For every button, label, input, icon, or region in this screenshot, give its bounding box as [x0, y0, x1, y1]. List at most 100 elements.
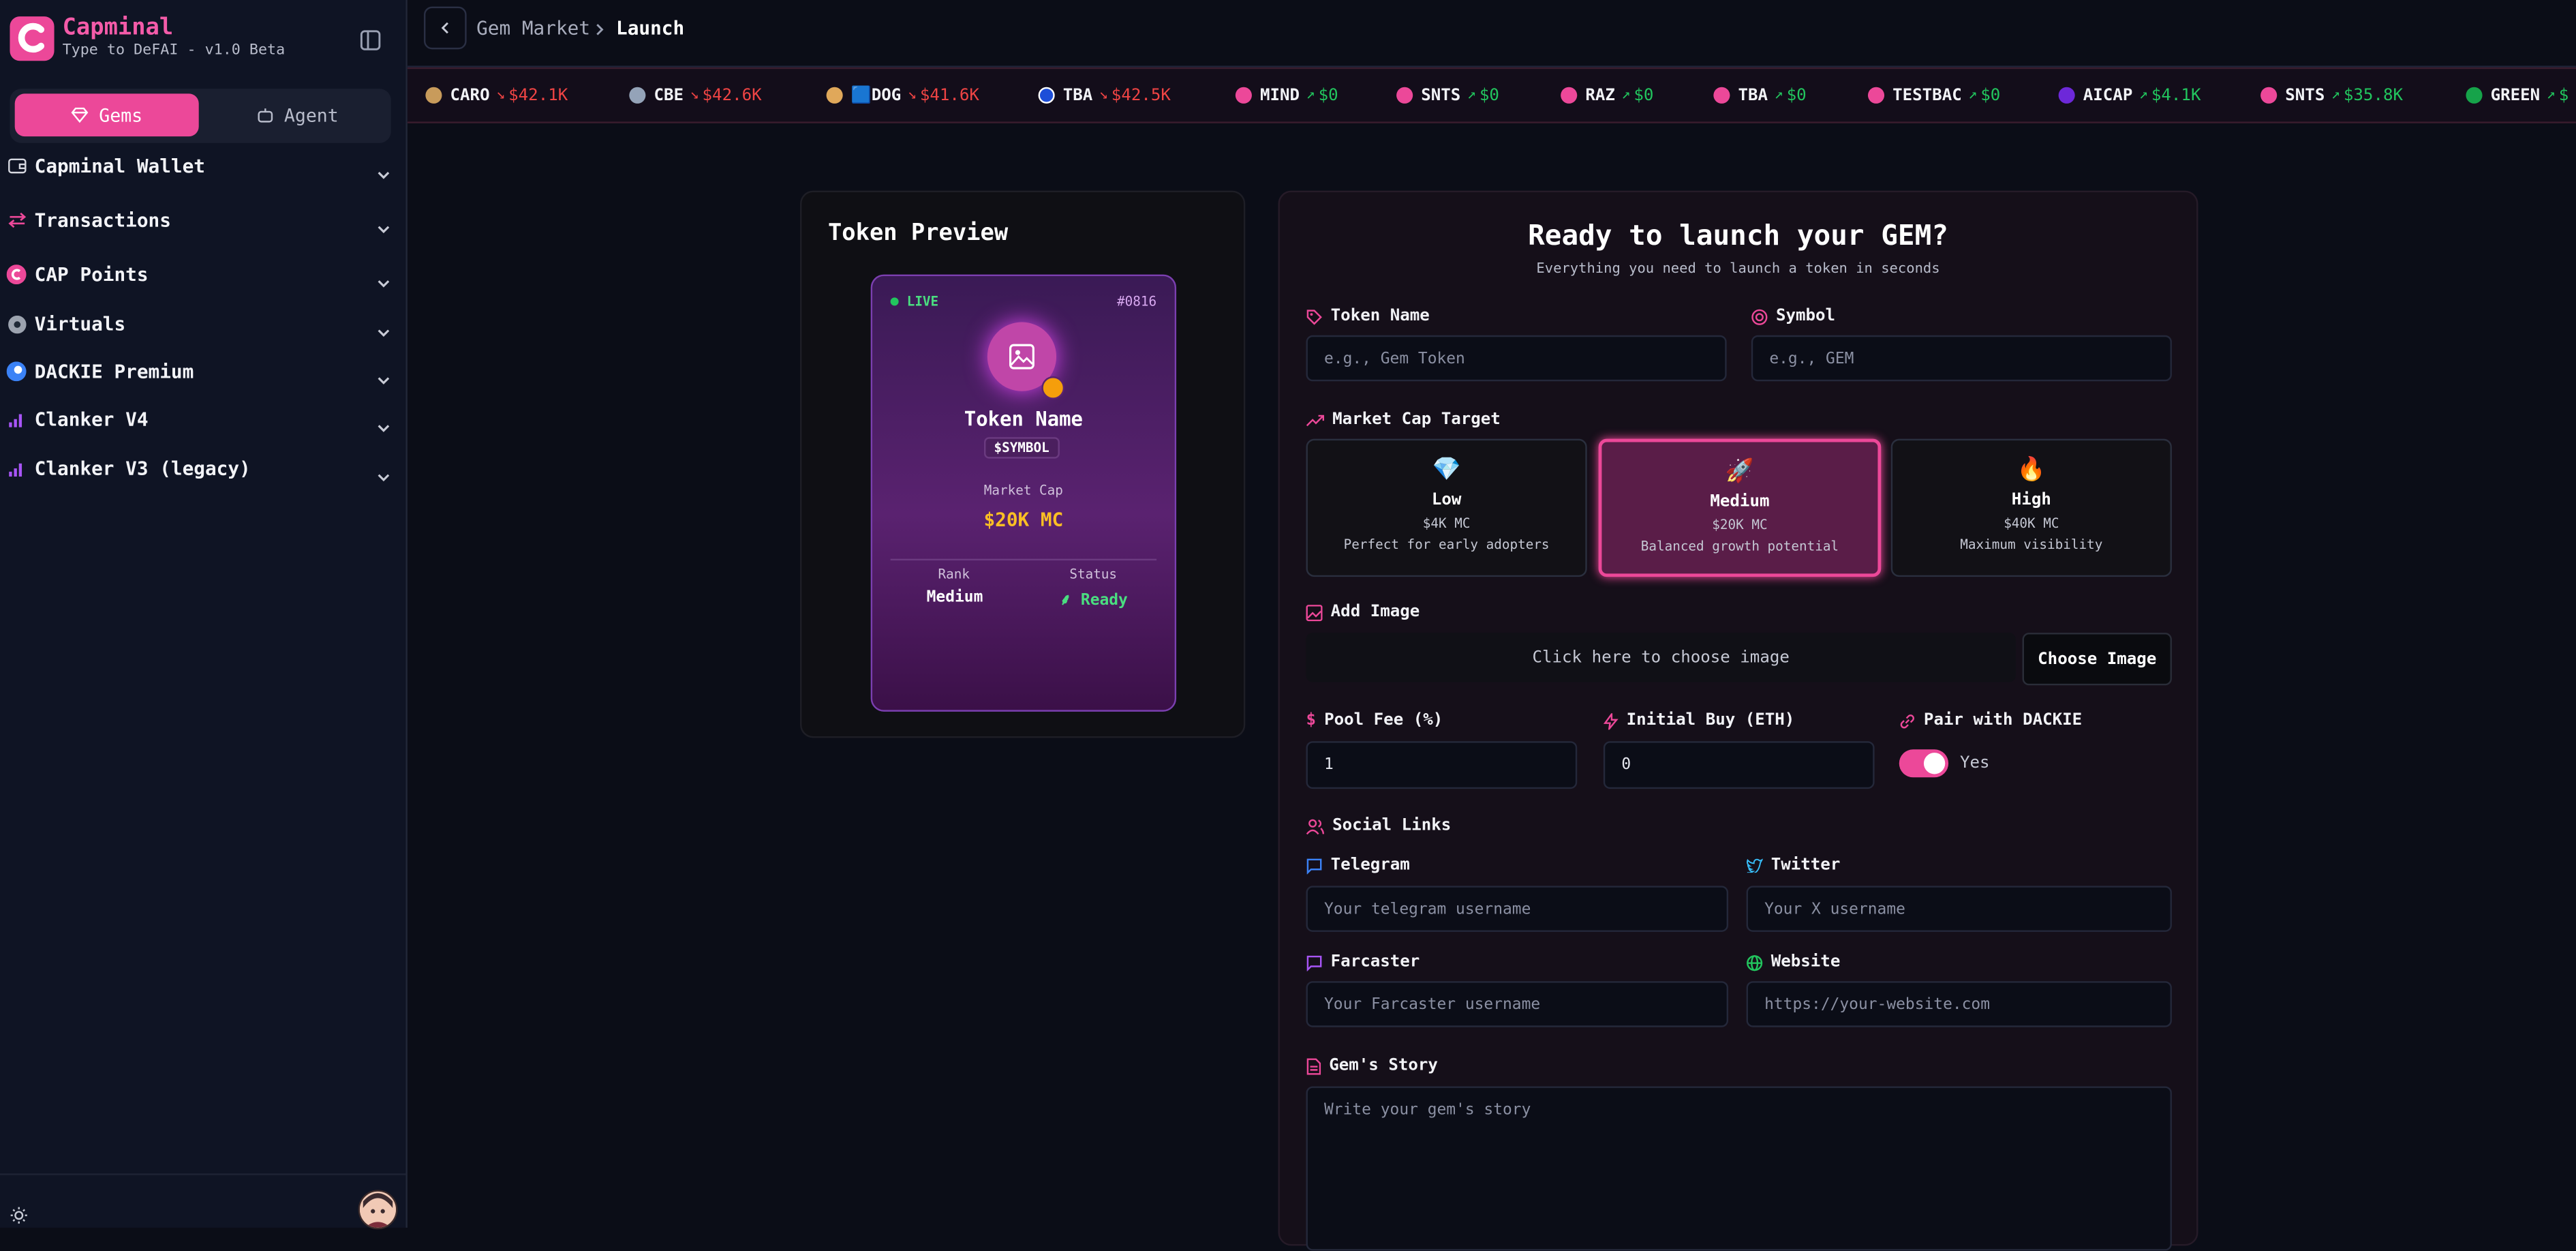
- sidebar-item-capminal-wallet[interactable]: Capminal Wallet: [0, 148, 405, 184]
- live-dot-icon: [890, 297, 899, 306]
- token-name-input[interactable]: e.g., Gem Token: [1306, 335, 1727, 382]
- ticker-symbol: GREEN: [2490, 86, 2541, 105]
- robot-icon: [258, 108, 273, 123]
- chevron-down-icon: [376, 363, 393, 385]
- top-bar: Gem Market Launch: [407, 0, 2576, 67]
- lightning-icon: [1603, 712, 1619, 729]
- symbol-label-text: Symbol: [1775, 307, 1836, 326]
- ticker-item[interactable]: SNTS ↗ $0: [1396, 69, 1499, 121]
- sidebar-item-virtuals[interactable]: Virtuals: [0, 305, 405, 342]
- trend-up-icon: ↗: [1306, 87, 1315, 104]
- pair-toggle[interactable]: [1899, 749, 1949, 778]
- cap-points-icon: [6, 265, 27, 285]
- mode-switch: Gems Agent: [10, 89, 391, 143]
- price-ticker: CARO ↘ $42.1K CBE ↘ $42.6K 🟦DOG ↘ $41.6K…: [407, 67, 2576, 123]
- symbol-label: Symbol: [1751, 307, 1836, 326]
- ticker-symbol: SNTS: [1421, 86, 1461, 105]
- tier-mc: $20K MC: [1712, 517, 1768, 533]
- initial-buy-input[interactable]: 0: [1603, 741, 1875, 789]
- tier-mc: $4K MC: [1422, 515, 1471, 531]
- social-links-label: Social Links: [1306, 817, 1452, 835]
- trend-down-icon: ↘: [496, 87, 506, 104]
- launch-form: Ready to launch your GEM? Everything you…: [1278, 190, 2198, 1251]
- twitter-input[interactable]: Your X username: [1746, 886, 2172, 932]
- sidebar-item-label: Clanker V4: [34, 407, 149, 431]
- ticker-item[interactable]: CARO ↘ $42.1K: [425, 69, 568, 121]
- tag-icon: [1306, 309, 1322, 325]
- social-links-label-text: Social Links: [1332, 817, 1452, 835]
- ticker-item[interactable]: 🟦DOG ↘ $41.6K: [826, 69, 979, 121]
- twitter-icon: [1746, 858, 1763, 873]
- chevron-down-icon: [376, 460, 393, 482]
- ticker-item[interactable]: SNTS ↗ $35.8K: [2260, 69, 2403, 121]
- farcaster-input[interactable]: Your Farcaster username: [1306, 981, 1729, 1027]
- gem-story-textarea[interactable]: Write your gem's story: [1306, 1086, 2172, 1251]
- chevron-left-icon: [441, 22, 448, 34]
- pool-fee-input[interactable]: 1: [1306, 741, 1578, 789]
- gems-mode-button[interactable]: Gems: [14, 93, 199, 137]
- token-logo-icon: [1038, 87, 1055, 104]
- trending-up-icon: [1306, 414, 1325, 426]
- symbol-input[interactable]: e.g., GEM: [1751, 335, 2172, 382]
- ticker-symbol: SNTS: [2285, 86, 2325, 105]
- token-name-label: Token Name: [1306, 307, 1430, 326]
- tier-high-option[interactable]: 🔥 High $40K MC Maximum visibility: [1890, 438, 2172, 577]
- sidebar-item-clanker-v4[interactable]: Clanker V4: [0, 401, 405, 437]
- ticker-symbol: MIND: [1260, 86, 1300, 105]
- token-name-label-text: Token Name: [1330, 307, 1430, 326]
- website-input[interactable]: https://your-website.com: [1746, 981, 2172, 1027]
- form-subtitle: Everything you need to launch a token in…: [1536, 261, 1940, 278]
- pair-with-dackie-label: Pair with DACKIE: [1899, 712, 2082, 729]
- trend-down-icon: ↘: [907, 87, 917, 104]
- wallet-icon: [7, 156, 27, 176]
- agent-mode-button[interactable]: Agent: [205, 93, 389, 136]
- sidebar-item-dackie-premium[interactable]: DACKIE Premium: [0, 353, 405, 389]
- ticker-item[interactable]: GREEN ↗ $: [2466, 69, 2569, 121]
- ticker-item[interactable]: TBA ↘ $42.5K: [1038, 69, 1171, 121]
- sidebar-item-cap-points[interactable]: CAP Points: [0, 256, 405, 292]
- ticker-item[interactable]: AICAP ↗ $4.1K: [2058, 69, 2201, 121]
- market-cap-value: $20K MC: [983, 507, 1064, 531]
- agent-mode-label: Agent: [283, 104, 339, 126]
- token-logo-icon: [2260, 87, 2278, 104]
- ticker-item[interactable]: RAZ ↗ $0: [1561, 69, 1653, 121]
- tier-medium-option[interactable]: 🚀 Medium $20K MC Balanced growth potenti…: [1598, 438, 1882, 577]
- trend-down-icon: ↘: [690, 87, 699, 104]
- website-label-text: Website: [1770, 953, 1841, 971]
- diamond-icon: 💎: [1432, 457, 1461, 483]
- ticker-value: $42.6K: [702, 86, 762, 105]
- theme-toggle-sun-icon[interactable]: [10, 1200, 28, 1231]
- token-name: Token Name: [964, 407, 1083, 431]
- token-logo-icon: [1561, 87, 1578, 104]
- initial-buy-label: Initial Buy (ETH): [1603, 712, 1794, 729]
- brand[interactable]: Capminal Type to DeFAI - v1.0 Beta: [10, 15, 285, 61]
- trend-down-icon: ↘: [1099, 87, 1108, 104]
- tier-desc: Maximum visibility: [1960, 537, 2103, 552]
- tier-name: High: [2011, 491, 2051, 510]
- ticker-item[interactable]: TBA ↗ $0: [1713, 69, 1807, 121]
- chevron-down-icon: [376, 316, 393, 337]
- dollar-icon: $: [1306, 711, 1317, 730]
- chevron-down-icon: [376, 157, 393, 179]
- avatar[interactable]: [358, 1190, 398, 1230]
- telegram-input[interactable]: Your telegram username: [1306, 886, 1729, 932]
- ticker-item[interactable]: TESTBAC ↗ $0: [1867, 69, 2000, 121]
- ticker-item[interactable]: CBE ↘ $42.6K: [629, 69, 762, 121]
- back-button[interactable]: [423, 6, 467, 50]
- gem-story-label-text: Gem's Story: [1329, 1057, 1438, 1075]
- sidebar-collapse-icon[interactable]: [360, 27, 383, 50]
- sidebar-item-transactions[interactable]: Transactions: [0, 202, 405, 239]
- ticker-item[interactable]: MIND ↗ $0: [1235, 69, 1338, 121]
- trend-up-icon: ↗: [2138, 87, 2149, 104]
- choose-image-button[interactable]: Choose Image: [2022, 633, 2172, 686]
- telegram-label: Telegram: [1306, 856, 1410, 874]
- trend-up-icon: ↗: [1621, 87, 1631, 104]
- breadcrumb-gem-market[interactable]: Gem Market: [476, 16, 590, 40]
- token-symbol: $SYMBOL: [984, 437, 1060, 459]
- gem-story-label: Gem's Story: [1306, 1057, 1438, 1075]
- tier-low-option[interactable]: 💎 Low $4K MC Perfect for early adopters: [1306, 438, 1587, 577]
- sidebar-item-clanker-v3[interactable]: Clanker V3 (legacy): [0, 451, 405, 487]
- token-logo-icon: [629, 87, 646, 104]
- image-drop-zone[interactable]: Click here to choose image: [1306, 633, 2016, 682]
- status-text: Ready: [1080, 591, 1128, 610]
